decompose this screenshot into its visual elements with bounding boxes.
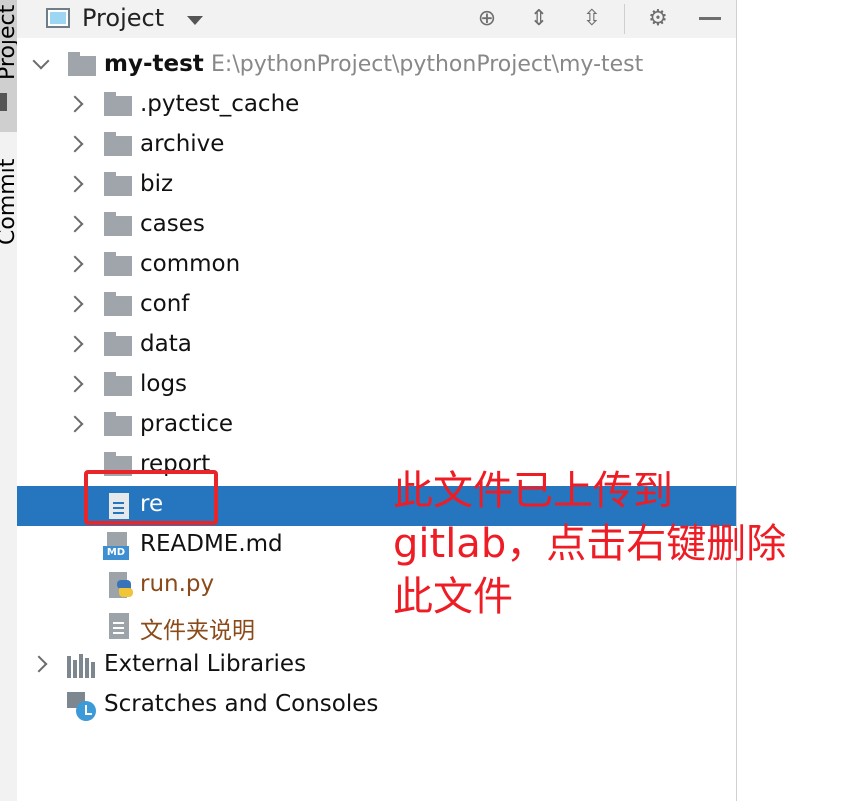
folder-icon	[104, 172, 132, 196]
folder-label: conf	[140, 291, 190, 317]
chevron-right-icon[interactable]	[66, 135, 84, 153]
folder-icon	[104, 212, 132, 236]
chevron-right-icon[interactable]	[66, 175, 84, 193]
folder-label: logs	[140, 371, 188, 397]
file-label: README.md	[140, 531, 283, 557]
markdown-file-icon: MD	[103, 532, 129, 560]
tree-row-folder[interactable]: data	[17, 326, 736, 366]
tab-marker	[0, 93, 7, 111]
folder-icon	[104, 92, 132, 116]
folder-icon	[104, 412, 132, 436]
scratches-icon	[67, 690, 97, 722]
tree-row-folder[interactable]: common	[17, 246, 736, 286]
file-label: run.py	[140, 571, 215, 597]
tree-row-folder[interactable]: logs	[17, 366, 736, 406]
tree-row-folder[interactable]: biz	[17, 166, 736, 206]
folder-label: cases	[140, 211, 205, 237]
collapse-all-icon[interactable]: ⇳	[577, 4, 607, 34]
chevron-right-icon[interactable]	[66, 215, 84, 233]
python-file-icon	[107, 572, 133, 600]
chevron-right-icon[interactable]	[66, 415, 84, 433]
project-tree: my-test E:\pythonProject\pythonProject\m…	[17, 38, 736, 801]
chevron-right-icon[interactable]	[66, 295, 84, 313]
library-icon	[67, 654, 97, 678]
folder-label: .pytest_cache	[140, 91, 300, 117]
folder-icon	[104, 252, 132, 276]
folder-label: biz	[140, 171, 174, 197]
root-name: my-test	[104, 51, 204, 77]
folder-icon	[104, 372, 132, 396]
tree-row-folder[interactable]: .pytest_cache	[17, 86, 736, 126]
folder-label: practice	[140, 411, 233, 437]
expand-all-icon[interactable]: ⇕	[524, 4, 554, 34]
folder-icon	[68, 52, 96, 76]
external-libraries-label: External Libraries	[104, 651, 307, 677]
folder-icon	[104, 132, 132, 156]
root-path: E:\pythonProject\pythonProject\my-test	[211, 52, 644, 77]
folder-icon	[104, 292, 132, 316]
tree-row-external-libraries[interactable]: External Libraries	[17, 646, 736, 686]
toolbar-divider	[624, 4, 625, 34]
tree-row-root[interactable]: my-test E:\pythonProject\pythonProject\m…	[17, 46, 736, 86]
file-label: 文件夹说明	[140, 618, 255, 644]
tree-row-folder[interactable]: practice	[17, 406, 736, 446]
chevron-right-icon[interactable]	[66, 255, 84, 273]
annotation-text: 此文件已上传到gitlab，点击右键删除此文件	[393, 468, 787, 620]
chevron-right-icon[interactable]	[30, 655, 48, 673]
project-view-selector[interactable]: Project	[82, 4, 164, 32]
tree-row-folder[interactable]: cases	[17, 206, 736, 246]
folder-label: archive	[140, 131, 225, 157]
project-view-icon	[46, 8, 70, 28]
chevron-right-icon[interactable]	[66, 375, 84, 393]
scratches-label: Scratches and Consoles	[104, 691, 379, 717]
chevron-right-icon[interactable]	[66, 335, 84, 353]
locate-icon[interactable]: ⊕	[472, 4, 502, 34]
tool-window-strip: Project Commit	[0, 0, 20, 801]
tree-row-folder[interactable]: archive	[17, 126, 736, 166]
project-panel-header: Project ⊕ ⇕ ⇳ ⚙	[17, 0, 736, 39]
tree-row-scratches[interactable]: Scratches and Consoles	[17, 686, 736, 726]
chevron-down-icon[interactable]	[187, 16, 203, 25]
chevron-down-icon[interactable]	[32, 52, 50, 70]
folder-label: common	[140, 251, 241, 277]
folder-label: data	[140, 331, 192, 357]
highlight-box	[84, 470, 218, 525]
tree-row-folder[interactable]: conf	[17, 286, 736, 326]
gear-icon[interactable]: ⚙	[643, 4, 673, 34]
editor-area-edge	[736, 0, 841, 801]
hide-icon[interactable]	[699, 17, 721, 20]
chevron-right-icon[interactable]	[66, 95, 84, 113]
text-file-icon	[109, 613, 129, 639]
folder-icon	[104, 332, 132, 356]
